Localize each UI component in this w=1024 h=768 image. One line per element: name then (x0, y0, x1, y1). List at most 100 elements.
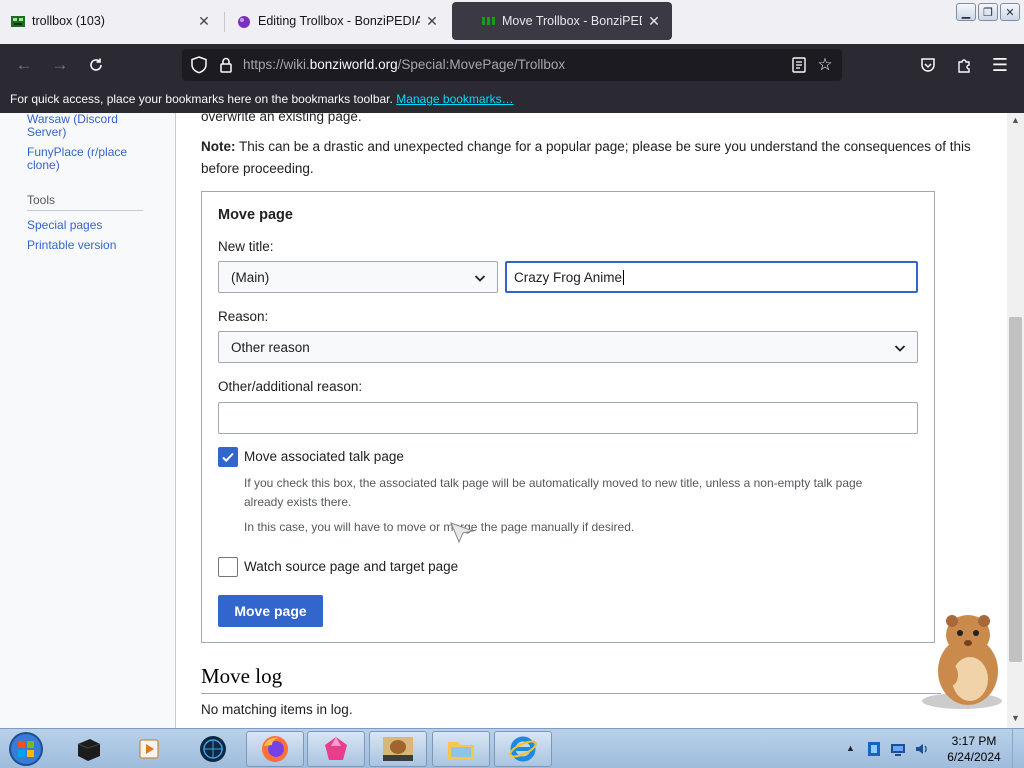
tracking-shield-icon[interactable] (188, 54, 210, 76)
tab-strip-empty-area[interactable] (676, 0, 926, 44)
back-arrow-icon[interactable]: ← (10, 52, 38, 78)
bonzipedia-favicon-icon (482, 17, 495, 25)
bookmarks-toolbar: For quick access, place your bookmarks h… (0, 86, 1024, 113)
scroll-down-icon[interactable]: ▼ (1007, 713, 1024, 725)
sidebar-item-special-pages[interactable]: Special pages (27, 219, 102, 232)
hamster-box-icon (383, 737, 413, 761)
tab-close-icon[interactable]: ✕ (420, 9, 444, 33)
scrollbar-thumb[interactable] (1009, 317, 1022, 662)
reason-select[interactable]: Other reason (218, 331, 918, 363)
os-taskbar: ▲ 3:17 PM 6/24/2024 (0, 728, 1024, 768)
taskbar-clock[interactable]: 3:17 PM 6/24/2024 (934, 733, 1014, 765)
wiki-sidebar: Warsaw (Discord Server) FunyPlace (r/plac… (0, 113, 176, 728)
forward-arrow-icon[interactable]: → (46, 52, 74, 78)
reader-view-icon[interactable] (790, 56, 808, 74)
address-bar[interactable]: https://wiki.bonziworld.org/Special:Move… (182, 49, 842, 81)
url-text[interactable]: https://wiki.bonziworld.org/Special:Move… (243, 57, 565, 72)
start-button[interactable] (4, 729, 48, 768)
hamster-mascot-icon (922, 615, 1002, 709)
manage-bookmarks-link[interactable]: Manage bookmarks… (396, 92, 513, 106)
taskbar-app-gem[interactable] (307, 731, 365, 767)
taskbar-app-firefox[interactable] (246, 731, 304, 767)
move-page-button[interactable]: Move page (218, 595, 323, 627)
trollbox-favicon-icon (11, 16, 25, 27)
taskbar-app-globe[interactable] (184, 731, 242, 767)
new-title-input[interactable]: Crazy Frog Anime (505, 261, 918, 293)
sidebar-item-funyplace[interactable]: FunyPlace (r/place clone) (27, 146, 127, 172)
sidebar-heading-tools: Tools (27, 193, 56, 207)
other-reason-input[interactable] (218, 402, 918, 434)
main-content: overwrite an existing page. Note: This c… (177, 113, 1007, 728)
tray-app-icon[interactable] (866, 740, 882, 758)
tab-editing-trollbox[interactable]: Editing Trollbox - BonziPEDIA ✕ (226, 2, 450, 40)
minimize-icon[interactable]: ▁ (956, 3, 976, 21)
show-desktop-button[interactable] (1012, 729, 1024, 768)
namespace-value: (Main) (231, 269, 270, 285)
tab-close-icon[interactable]: ✕ (192, 9, 216, 33)
move-talk-page-label[interactable]: Move associated talk page (244, 449, 404, 464)
sidebar-divider (27, 210, 143, 211)
system-tray: ▲ (840, 729, 940, 768)
reason-label: Reason: (218, 309, 269, 324)
tab-title: Move Trollbox - BonziPEDIA (502, 14, 642, 28)
chevron-down-icon (894, 345, 906, 352)
window-close-icon[interactable]: ✕ (1000, 3, 1020, 21)
lock-icon[interactable] (216, 55, 236, 75)
move-log-text: No matching items in log. (201, 702, 353, 717)
clock-time: 3:17 PM (951, 734, 997, 748)
window-controls: ▁ ❐ ✕ (956, 3, 1020, 21)
heading-divider (201, 693, 941, 694)
gem-icon (325, 737, 347, 760)
talk-page-help-manual: In this case, you will have to move or m… (244, 520, 635, 534)
media-player-icon (139, 739, 159, 759)
extensions-puzzle-icon[interactable] (951, 52, 977, 78)
pocket-icon[interactable] (915, 52, 941, 78)
move-page-form: Move page New title: (Main) Crazy Frog A… (201, 191, 935, 643)
navigation-toolbar: ← → https://wiki.bonziworld.org/Special:… (0, 44, 1024, 86)
firefox-icon (262, 736, 288, 762)
new-title-label: New title: (218, 239, 274, 254)
folder-icon (448, 742, 474, 759)
windows-logo-icon (9, 732, 43, 766)
scroll-up-icon[interactable]: ▲ (1007, 115, 1024, 127)
checkmark-icon (222, 452, 234, 463)
bookmark-star-icon[interactable]: ☆ (814, 54, 836, 76)
bonzipedia-favicon-icon (238, 16, 250, 28)
tab-trollbox[interactable]: trollbox (103) ✕ (0, 2, 222, 40)
warning-note: Note: This can be a drastic and unexpect… (201, 139, 971, 176)
globe-icon (200, 736, 226, 762)
hamburger-menu-icon[interactable]: ☰ (987, 52, 1013, 78)
mouse-cursor-icon (450, 522, 475, 544)
watch-pages-label[interactable]: Watch source page and target page (244, 559, 458, 574)
intro-text-fragment: overwrite an existing page. (201, 113, 362, 124)
tab-close-icon[interactable]: ✕ (642, 9, 666, 33)
other-reason-label: Other/additional reason: (218, 379, 363, 394)
taskbar-app-trollbox[interactable] (369, 731, 427, 767)
reload-icon[interactable] (82, 52, 110, 78)
talk-page-help: If you check this box, the associated ta… (244, 476, 863, 509)
taskbar-app-explorer[interactable] (432, 731, 490, 767)
reason-value: Other reason (231, 339, 310, 355)
namespace-select[interactable]: (Main) (218, 261, 498, 293)
tab-title: Editing Trollbox - BonziPEDIA (258, 14, 420, 28)
dark-box-icon (77, 739, 101, 761)
watch-pages-checkbox[interactable] (218, 557, 238, 577)
sidebar-item-printable-version[interactable]: Printable version (27, 239, 116, 252)
internet-explorer-icon (509, 736, 537, 762)
tray-expand-icon[interactable]: ▲ (846, 743, 855, 753)
move-talk-page-checkbox[interactable] (218, 447, 238, 467)
tab-strip: trollbox (103) ✕ Editing Trollbox - Bonz… (0, 0, 1024, 44)
bookmarks-hint: For quick access, place your bookmarks h… (10, 92, 393, 106)
tab-move-trollbox[interactable]: Move Trollbox - BonziPEDIA ✕ (452, 2, 672, 40)
volume-icon[interactable] (914, 741, 930, 757)
form-legend: Move page (218, 207, 293, 223)
taskbar-app-ie[interactable] (494, 731, 552, 767)
page-viewport: Warsaw (Discord Server) FunyPlace (r/plac… (0, 113, 1024, 728)
tab-title: trollbox (103) (32, 14, 105, 28)
network-icon[interactable] (890, 741, 906, 757)
taskbar-app-terminal[interactable] (60, 731, 118, 767)
taskbar-app-media[interactable] (120, 731, 178, 767)
sidebar-item-warsaw[interactable]: Warsaw (Discord Server) (27, 113, 118, 139)
move-log-heading: Move log (201, 664, 283, 688)
restore-icon[interactable]: ❐ (978, 3, 998, 21)
